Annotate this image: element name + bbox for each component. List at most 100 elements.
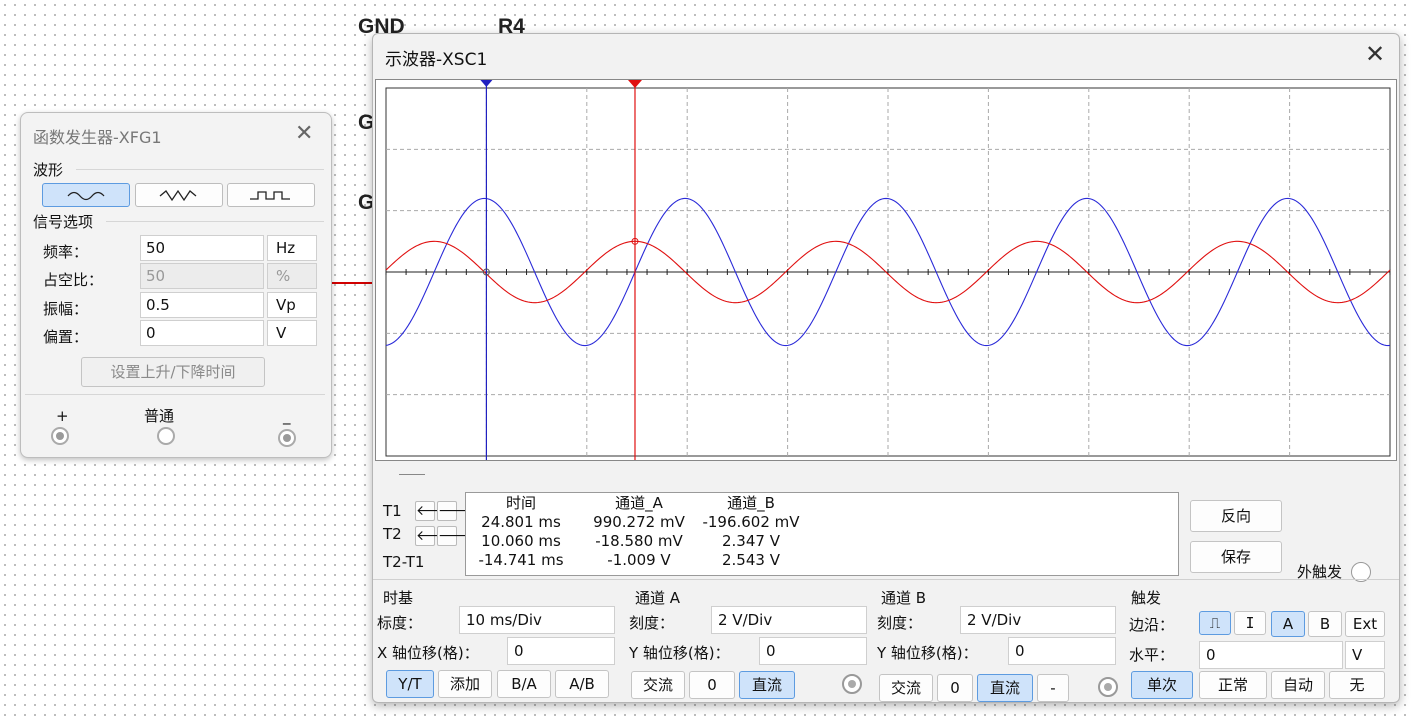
amplitude-input[interactable]: 0.5 [140,292,264,318]
rising-edge-button[interactable]: ⎍ [1199,611,1231,635]
fg-close-icon[interactable]: ✕ [295,121,313,146]
save-button[interactable]: 保存 [1190,541,1282,573]
x-position-input[interactable]: 0 [507,637,615,665]
amplitude-unit-select[interactable]: Vp [267,292,317,318]
channel-b-ypos-input[interactable]: 0 [1008,637,1116,665]
trigger-edge-label: 边沿： [1129,616,1175,634]
channel-a-ypos-input[interactable]: 0 [759,637,867,665]
readout-header-channel-a: 通道_A [615,494,663,512]
fg-title: 函数发生器-XFG1 [33,128,162,147]
divider [25,394,325,395]
divider [76,169,324,170]
readout-delta-channel-b: 2.543 V [722,551,780,569]
frequency-label: 频率： [43,243,89,261]
trigger-level-input[interactable]: 0 [1199,641,1343,669]
cursor-2-marker-icon [627,80,642,88]
scope-display [385,80,1391,462]
duty-cycle-unit: % [267,263,317,289]
x-position-label: X 轴位移(格)： [377,644,479,662]
t1-left-arrow-icon[interactable]: 🡐 [415,501,454,521]
channel-b-terminal[interactable] [1098,677,1118,697]
falling-edge-icon: ⵊ [1246,614,1254,632]
trigger-none-button[interactable]: 无 [1329,671,1385,699]
mode-ba-button[interactable]: B/A [497,670,551,698]
channel-b-scale-input[interactable]: 2 V/Div [960,606,1116,634]
rise-fall-time-button[interactable]: 设置上升/下降时间 [81,357,265,387]
channel-b-dc-button[interactable]: 直流 [977,674,1033,702]
channel-b-ypos-label: Y 轴位移(格)： [877,644,978,662]
channel-a-scale-input[interactable]: 2 V/Div [711,606,867,634]
mode-yt-button[interactable]: Y/T [386,670,434,698]
common-terminal-label: 普通 [144,407,175,425]
readout-header-channel-b: 通道_B [727,494,775,512]
osc-close-icon[interactable]: ✕ [1365,40,1385,68]
readout-t1-time: 24.801 ms [481,513,561,531]
frequency-unit-select[interactable]: Hz [267,235,317,261]
duty-cycle-input: 50 [140,263,264,289]
offset-label: 偏置： [43,328,89,346]
falling-edge-button[interactable]: ⵊ [1234,611,1266,635]
plus-terminal-label: + [56,407,69,425]
sine-wave-icon [67,191,105,201]
triangle-wave-icon [159,189,197,202]
trigger-source-ext-button[interactable]: Ext [1345,611,1385,637]
plus-terminal[interactable] [51,427,69,445]
channel-b-zero-button[interactable]: 0 [937,674,973,702]
waveform-sine-button[interactable] [42,183,130,207]
channel-a-scale-label: 刻度： [629,614,675,632]
frequency-input[interactable]: 50 [140,235,264,261]
readout-t1-channel-a: 990.272 mV [593,513,685,531]
reverse-button[interactable]: 反向 [1190,500,1282,532]
channel-a-dc-button[interactable]: 直流 [739,671,795,699]
trigger-normal-button[interactable]: 正常 [1199,671,1267,699]
timebase-scale-input[interactable]: 10 ms/Div [459,606,615,634]
t2-t1-label: T2-T1 [383,553,425,571]
rising-edge-icon: ⎍ [1209,614,1221,632]
readout-delta-time: -14.741 ms [478,551,564,569]
timebase-scale-label: 标度： [377,614,423,632]
channel-b-minus-button[interactable]: - [1037,674,1069,702]
t2-left-arrow-icon[interactable]: 🡐 [415,526,454,546]
readout-delta-channel-a: -1.009 V [607,551,671,569]
waveform-square-button[interactable] [227,183,315,207]
trigger-level-label: 水平： [1129,646,1175,664]
divider [106,221,324,222]
common-terminal[interactable] [157,427,175,445]
oscilloscope-window[interactable]: 示波器-XSC1 ✕ T1 🡐 🡒 T2 🡐 🡒 T2-T1 时间 通道_A 通… [372,33,1400,703]
cursor-1-marker-icon [480,80,493,87]
readout-t1-channel-b: -196.602 mV [702,513,800,531]
channel-a-terminal[interactable] [842,674,862,694]
trigger-source-a-button[interactable]: A [1271,611,1305,637]
channel-b-scale-label: 刻度： [877,614,923,632]
t1-right-arrow-icon[interactable]: 🡒 [437,501,476,521]
osc-title: 示波器-XSC1 [385,50,488,70]
readout-t2-channel-a: -18.580 mV [595,532,683,550]
trigger-title: 触发 [1131,589,1162,607]
mode-add-button[interactable]: 添加 [438,670,492,698]
waveform-triangle-button[interactable] [135,183,223,207]
trigger-level-unit[interactable]: V [1345,641,1385,669]
amplitude-label: 振幅： [43,300,89,318]
measurement-readout: 时间 通道_A 通道_B 24.801 ms 990.272 mV -196.6… [465,492,1179,576]
trigger-source-b-button[interactable]: B [1308,611,1342,637]
timebase-title: 时基 [383,589,414,607]
schematic-wire [332,282,374,284]
screen-resize-handle[interactable] [399,474,425,475]
mode-ab-button[interactable]: A/B [555,670,609,698]
minus-terminal[interactable] [278,429,296,447]
t2-label: T2 [383,525,402,543]
trigger-single-button[interactable]: 单次 [1131,671,1193,699]
channel-a-ac-button[interactable]: 交流 [631,671,685,699]
offset-unit-select[interactable]: V [267,320,317,346]
offset-input[interactable]: 0 [140,320,264,346]
function-generator-window[interactable]: 函数发生器-XFG1 ✕ 波形 信号选项 频率： 50 Hz 占空比： 50 %… [20,112,332,458]
scope-screen[interactable] [375,79,1397,462]
trigger-auto-button[interactable]: 自动 [1271,671,1325,699]
t2-right-arrow-icon[interactable]: 🡒 [437,526,476,546]
channel-b-ac-button[interactable]: 交流 [879,674,933,702]
minus-terminal-label: _ [283,407,291,425]
channel-b-title: 通道 B [881,589,927,607]
readout-header-time: 时间 [505,494,536,512]
square-wave-icon [250,191,290,200]
channel-a-zero-button[interactable]: 0 [689,671,735,699]
